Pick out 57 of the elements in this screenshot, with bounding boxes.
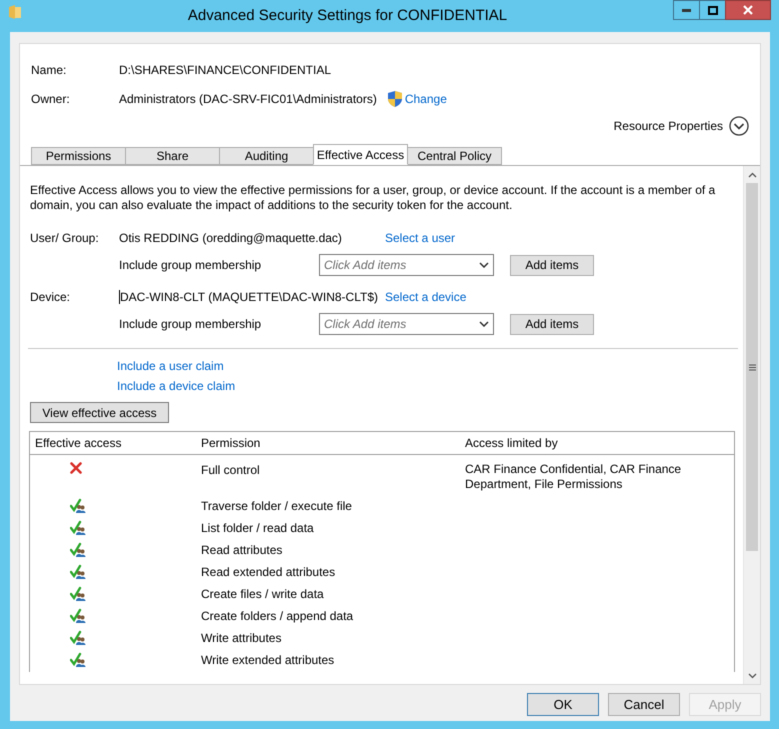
resource-properties-label: Resource Properties xyxy=(614,119,723,133)
scrollbar-thumb[interactable] xyxy=(746,183,758,551)
select-link[interactable]: Select a device xyxy=(385,290,466,304)
dialog-button[interactable]: Cancel xyxy=(608,693,680,716)
maximize-icon xyxy=(708,6,718,14)
group-dropdown[interactable]: Click Add items xyxy=(319,313,494,335)
column-header: Permission xyxy=(201,436,262,450)
membership-label: Include group membership xyxy=(119,317,262,331)
close-button[interactable] xyxy=(725,0,771,20)
expand-icon[interactable] xyxy=(729,116,749,136)
permission-cell-text: Traverse folder / execute file xyxy=(201,499,353,513)
limited-by-cell-text: CAR Finance Confidential, CAR Finance Department, File Permissions xyxy=(465,462,682,492)
claim-link[interactable]: Include a user claim xyxy=(117,359,224,373)
select-link[interactable]: Select a user xyxy=(385,231,456,245)
close-icon xyxy=(743,5,753,15)
field-label: Device: xyxy=(30,290,72,304)
permission-cell-text: Full control xyxy=(201,462,261,477)
permission-cell-text: List folder / read data xyxy=(201,521,315,535)
description-text: Effective Access allows you to view the effective permissions for a user, group, or device account. If the account is a member of a domain, you can also evaluate the impact of additions to the security token for the account. xyxy=(30,183,716,213)
window-title: Advanced Security Settings for CONFIDENTIAL xyxy=(186,6,508,24)
add-items-button[interactable]: Add items xyxy=(510,314,594,334)
tab[interactable]: Effective Access xyxy=(313,144,408,165)
grip-icon xyxy=(748,364,756,370)
minimize-icon xyxy=(682,8,691,12)
caret-icon xyxy=(479,262,489,268)
folder-icon xyxy=(9,5,21,19)
minimize-button[interactable] xyxy=(673,0,700,20)
permission-cell-text: Read attributes xyxy=(201,543,284,557)
tab[interactable]: Share xyxy=(125,147,220,165)
field-label: User/ Group: xyxy=(30,231,100,245)
maximize-button[interactable] xyxy=(699,0,726,20)
account-name: Otis REDDING (oredding@maquette.dac) xyxy=(119,231,342,245)
tab[interactable]: Permissions xyxy=(31,147,126,165)
claim-link[interactable]: Include a device claim xyxy=(117,379,236,393)
permission-cell-text: Create folders / append data xyxy=(201,609,354,623)
add-items-button[interactable]: Add items xyxy=(510,254,594,276)
dialog-button[interactable]: OK xyxy=(527,693,599,716)
column-header: Access limited by xyxy=(465,436,559,450)
owner-value: Administrators (DAC-SRV-FIC01\Administrators) xyxy=(119,92,377,106)
scrollbar[interactable] xyxy=(743,166,760,684)
view-effective-access-button[interactable]: View effective access xyxy=(30,402,169,423)
tab[interactable]: Auditing xyxy=(219,147,314,165)
change-link[interactable]: Change xyxy=(404,92,447,106)
group-dropdown[interactable]: Click Add items xyxy=(319,254,494,276)
shield-icon xyxy=(388,91,402,107)
permission-cell-text: Write attributes xyxy=(201,631,282,645)
permission-cell-text: Write extended attributes xyxy=(201,653,336,667)
name-label: Name: xyxy=(31,63,68,77)
name-value: D:\SHARES\FINANCE\CONFIDENTIAL xyxy=(119,63,332,77)
permission-cell-text: Create files / write data xyxy=(201,587,325,601)
caret-icon xyxy=(479,321,489,327)
permission-cell-text: Read extended attributes xyxy=(201,565,336,579)
owner-label: Owner: xyxy=(31,92,71,106)
column-header: Effective access xyxy=(34,436,122,450)
account-name: DAC-WIN8-CLT (MAQUETTE\DAC-WIN8-CLT$) xyxy=(120,290,378,304)
membership-label: Include group membership xyxy=(119,258,262,272)
tab[interactable]: Central Policy xyxy=(407,147,502,165)
